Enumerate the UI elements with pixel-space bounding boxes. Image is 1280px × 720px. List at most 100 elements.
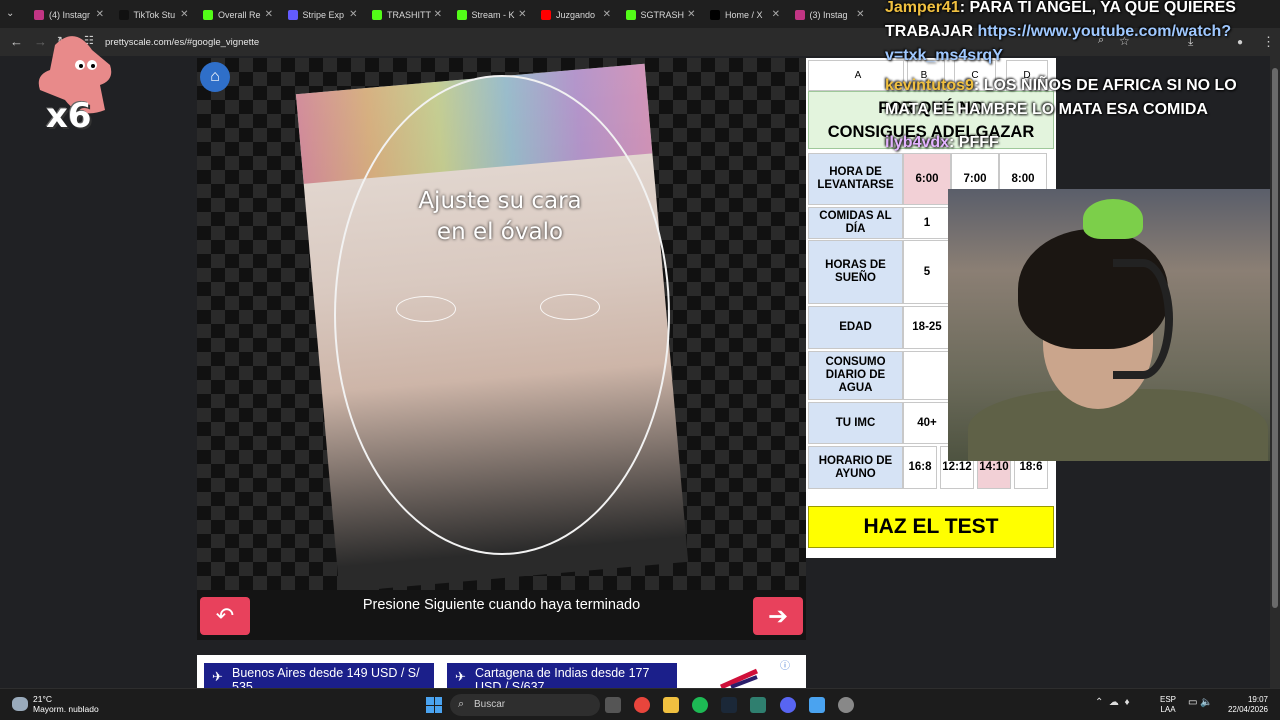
instruction-line-1: Ajuste su cara [418, 188, 582, 214]
browser-tab[interactable]: Overall Re ✕ [197, 4, 277, 26]
taskbar-search[interactable]: ⌕ Buscar [450, 694, 600, 716]
sticker-multiplier: x6 [46, 96, 92, 136]
windows-start-icon[interactable] [426, 697, 442, 713]
tab-favicon-icon [372, 10, 382, 20]
file-explorer-icon[interactable] [663, 697, 679, 713]
weather-temp: 21°C [33, 694, 52, 704]
chat-message: kevintutos9: LOS NIÑOS DE AFRICA SI NO L… [885, 74, 1275, 122]
home-icon[interactable]: ⌂ [200, 62, 230, 92]
weather-widget[interactable]: 21°C Mayorm. nublado [12, 694, 99, 714]
browser-tab[interactable]: TRASHITT ✕ [366, 4, 446, 26]
back-icon[interactable]: ← [10, 34, 23, 49]
tab-close-icon[interactable]: ✕ [603, 9, 611, 20]
right-eye-marker[interactable] [540, 294, 600, 320]
option-cell[interactable]: 6:00 [903, 153, 951, 205]
ad-buenos-aires[interactable]: ✈ Buenos Aires desde 149 USD / S/ 535 [204, 663, 434, 688]
airplane-icon: ✈ [212, 669, 223, 684]
chat-text: : PFFF [949, 134, 999, 151]
option-cell[interactable]: 18-25 [903, 306, 951, 349]
scroll-thumb[interactable] [1272, 68, 1278, 608]
option-cell[interactable]: 1 [903, 207, 951, 239]
app-icon[interactable] [750, 697, 766, 713]
undo-button[interactable]: ↶ [200, 597, 250, 635]
tab-label: (3) Instag [809, 10, 848, 20]
browser-tab[interactable]: TikTok Stu ✕ [113, 4, 193, 26]
url-text[interactable]: prettyscale.com/es/#google_vignette [105, 37, 259, 48]
tab-favicon-icon [710, 10, 720, 20]
browser-tab[interactable]: (3) Instag ✕ [789, 4, 869, 26]
row-label: HORARIO DE AYUNO [808, 446, 903, 489]
tab-close-icon[interactable]: ✕ [772, 9, 780, 20]
tab-close-icon[interactable]: ✕ [856, 9, 864, 20]
streamer-webcam [948, 189, 1280, 461]
tab-label: Stripe Exp [302, 10, 345, 20]
tab-close-icon[interactable]: ✕ [518, 9, 526, 20]
browser-tab[interactable]: (4) Instagr ✕ [28, 4, 108, 26]
ad-info-icon[interactable]: ⓘ [780, 657, 790, 672]
chat-message: Jamper41: PARA TI ANGEL, YA QUE QUIERES … [885, 0, 1275, 68]
option-cell[interactable] [903, 351, 951, 400]
row-label: CONSUMO DIARIO DE AGUA [808, 351, 903, 400]
tab-favicon-icon [287, 10, 298, 20]
next-hint: Presione Siguiente cuando haya terminado [362, 597, 641, 613]
tab-search-icon[interactable]: ⌄ [6, 8, 14, 19]
spotify-icon[interactable] [692, 697, 708, 713]
row-label: COMIDAS AL DÍA [808, 207, 903, 239]
tab-favicon-icon [203, 10, 213, 20]
search-icon: ⌕ [458, 698, 465, 710]
tab-close-icon[interactable]: ✕ [434, 9, 442, 20]
tab-close-icon[interactable]: ✕ [180, 9, 188, 20]
left-eye-marker[interactable] [396, 296, 456, 322]
ad-cartagena[interactable]: ✈ Cartagena de Indias desde 177 USD / S/… [447, 663, 677, 688]
tab-close-icon[interactable]: ✕ [265, 9, 273, 20]
face-oval-guide[interactable] [334, 75, 670, 555]
language-indicator[interactable]: ESP LAA [1160, 695, 1176, 715]
clock-date: 22/04/2026 [1227, 705, 1268, 714]
cloud-icon [12, 697, 28, 711]
system-tray-icons[interactable]: ⌃ ☁ ♦ [1095, 697, 1130, 708]
browser-tab[interactable]: Home / X ✕ [704, 4, 784, 26]
next-button[interactable]: ➔ [753, 597, 803, 635]
option-cell[interactable]: 16:8 [903, 446, 937, 489]
right-arrow-icon: ➔ [767, 602, 789, 630]
browser-tab[interactable]: Stream - K ✕ [451, 4, 531, 26]
tab-label: Juzgando [556, 10, 596, 20]
tab-close-icon[interactable]: ✕ [687, 9, 695, 20]
tab-label: SGTRASH [640, 10, 685, 20]
airline-logo-icon [719, 668, 759, 688]
take-test-button[interactable]: HAZ EL TEST [808, 506, 1054, 548]
tab-label: Home / X [725, 10, 763, 20]
notepad-icon[interactable] [809, 697, 825, 713]
face-instruction: Ajuste su cara en el óvalo [400, 186, 600, 248]
chat-username: Jamper41 [885, 0, 960, 16]
obs-icon[interactable] [838, 697, 854, 713]
page-scrollbar[interactable] [1270, 56, 1280, 688]
tab-label: TikTok Stu [133, 10, 176, 20]
option-cell[interactable]: 40+ [903, 402, 951, 444]
chrome-icon[interactable] [634, 697, 650, 713]
discord-icon[interactable] [780, 697, 796, 713]
headset-icon [1113, 259, 1173, 379]
tab-close-icon[interactable]: ✕ [96, 9, 104, 20]
ad-text: Cartagena de Indias desde 177 USD / S/63… [475, 666, 650, 688]
clock-time: 19:07 [1247, 695, 1268, 704]
chat-username: kevintutos9 [885, 77, 974, 94]
network-volume-icon[interactable]: ▭ 🔈 [1188, 697, 1213, 708]
tab-favicon-icon [118, 10, 129, 20]
tab-label: Stream - K [471, 10, 515, 20]
lang-line-1: ESP [1160, 695, 1177, 704]
taskbar-clock[interactable]: 19:07 22/04/2026 [1218, 695, 1268, 715]
option-cell[interactable]: 5 [903, 240, 951, 304]
row-label: EDAD [808, 306, 903, 349]
browser-tab[interactable]: SGTRASH ✕ [620, 4, 700, 26]
weather-desc: Mayorm. nublado [33, 704, 99, 714]
steam-icon[interactable] [721, 697, 737, 713]
tab-close-icon[interactable]: ✕ [349, 9, 357, 20]
task-view-icon[interactable] [605, 697, 621, 713]
tab-favicon-icon [456, 10, 467, 20]
stream-chat-overlay: Jamper41: PARA TI ANGEL, YA QUE QUIERES … [880, 0, 1280, 160]
browser-tab[interactable]: Juzgando ✕ [535, 4, 615, 26]
row-label: TU IMC [808, 402, 903, 444]
undo-arrow-icon: ↶ [215, 603, 235, 628]
browser-tab[interactable]: Stripe Exp ✕ [282, 4, 362, 26]
